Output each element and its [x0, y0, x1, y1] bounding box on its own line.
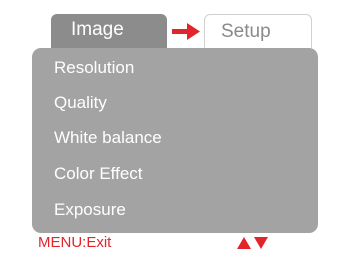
- tab-setup-label: Setup: [221, 21, 271, 42]
- tab-image-label: Image: [71, 19, 124, 40]
- menu-panel: Resolution Quality White balance Color E…: [32, 48, 318, 233]
- menu-item-color-effect[interactable]: Color Effect: [54, 163, 143, 185]
- menu-item-exposure[interactable]: Exposure: [54, 199, 126, 221]
- menu-item-quality[interactable]: Quality: [54, 92, 107, 114]
- arrow-right-icon: [172, 23, 200, 40]
- up-down-arrows-icon: [237, 237, 268, 249]
- menu-exit-hint: MENU:Exit: [38, 234, 112, 251]
- tab-setup[interactable]: Setup: [204, 14, 312, 48]
- menu-item-white-balance[interactable]: White balance: [54, 127, 162, 149]
- tab-image[interactable]: Image: [51, 14, 167, 48]
- menu-item-resolution[interactable]: Resolution: [54, 57, 134, 79]
